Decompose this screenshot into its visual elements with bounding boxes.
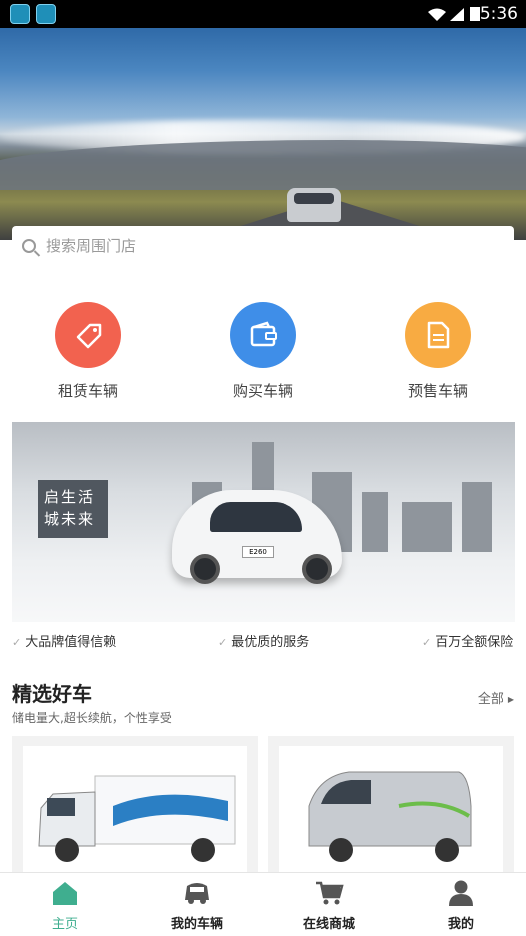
vehicle-card[interactable] [12, 736, 258, 876]
clock: 5:36 [479, 4, 518, 24]
hero-banner-image[interactable] [0, 28, 526, 240]
tab-home[interactable]: 主页 [20, 879, 110, 932]
check-icon: ✓ [12, 636, 22, 649]
carousel-indicator [212, 610, 302, 622]
tab-label: 主页 [51, 917, 78, 932]
bottom-tab-bar: 主页 我的车辆 在线商城 我的 [0, 872, 526, 936]
feature-item: ✓ 百万全额保险 [422, 635, 514, 650]
feature-item: ✓ 最优质的服务 [218, 635, 310, 650]
feature-highlights: ✓ 大品牌值得信赖 ✓ 最优质的服务 ✓ 百万全额保险 [0, 631, 526, 651]
check-icon: ✓ [422, 636, 432, 649]
tab-label: 在线商城 [302, 917, 355, 932]
tab-my-vehicles[interactable]: 我的车辆 [152, 879, 242, 932]
category-buy[interactable]: 购买车辆 [193, 302, 333, 401]
category-label: 购买车辆 [232, 382, 293, 400]
tab-label: 我的车辆 [170, 917, 223, 932]
tab-label: 我的 [447, 917, 474, 932]
category-presale[interactable]: 预售车辆 [368, 302, 508, 401]
app-notification-icon [36, 4, 56, 24]
document-icon [405, 302, 471, 368]
tab-profile[interactable]: 我的 [416, 879, 506, 932]
tag-icon [55, 302, 121, 368]
app-notification-icon [10, 4, 30, 24]
vehicle-image [23, 746, 247, 876]
vehicle-image [279, 746, 503, 876]
search-input[interactable] [44, 236, 488, 256]
vehicle-card[interactable] [268, 736, 514, 876]
banner-slogan: 启生活城未来 [38, 480, 108, 538]
user-icon [416, 879, 506, 907]
search-icon [22, 239, 36, 253]
category-label: 租赁车辆 [57, 382, 118, 400]
category-rent[interactable]: 租赁车辆 [18, 302, 158, 401]
tab-online-mall[interactable]: 在线商城 [284, 879, 374, 932]
feature-item: ✓ 大品牌值得信赖 [12, 635, 117, 650]
search-bar[interactable] [12, 226, 514, 266]
section-subtitle: 储电量大,超长续航，个性享受 [12, 711, 172, 725]
category-label: 预售车辆 [407, 382, 468, 400]
check-icon: ✓ [218, 636, 228, 649]
see-all-link[interactable]: 全部 ▶ [478, 688, 514, 707]
chevron-right-icon: ▶ [507, 695, 514, 704]
car-icon [152, 879, 242, 907]
cart-icon [284, 879, 374, 907]
wallet-icon [230, 302, 296, 368]
section-title: 精选好车 [12, 682, 92, 706]
home-icon [20, 879, 110, 907]
status-bar: 5:36 [0, 0, 526, 28]
promo-carousel[interactable]: 启生活城未来 E260 [12, 422, 515, 622]
